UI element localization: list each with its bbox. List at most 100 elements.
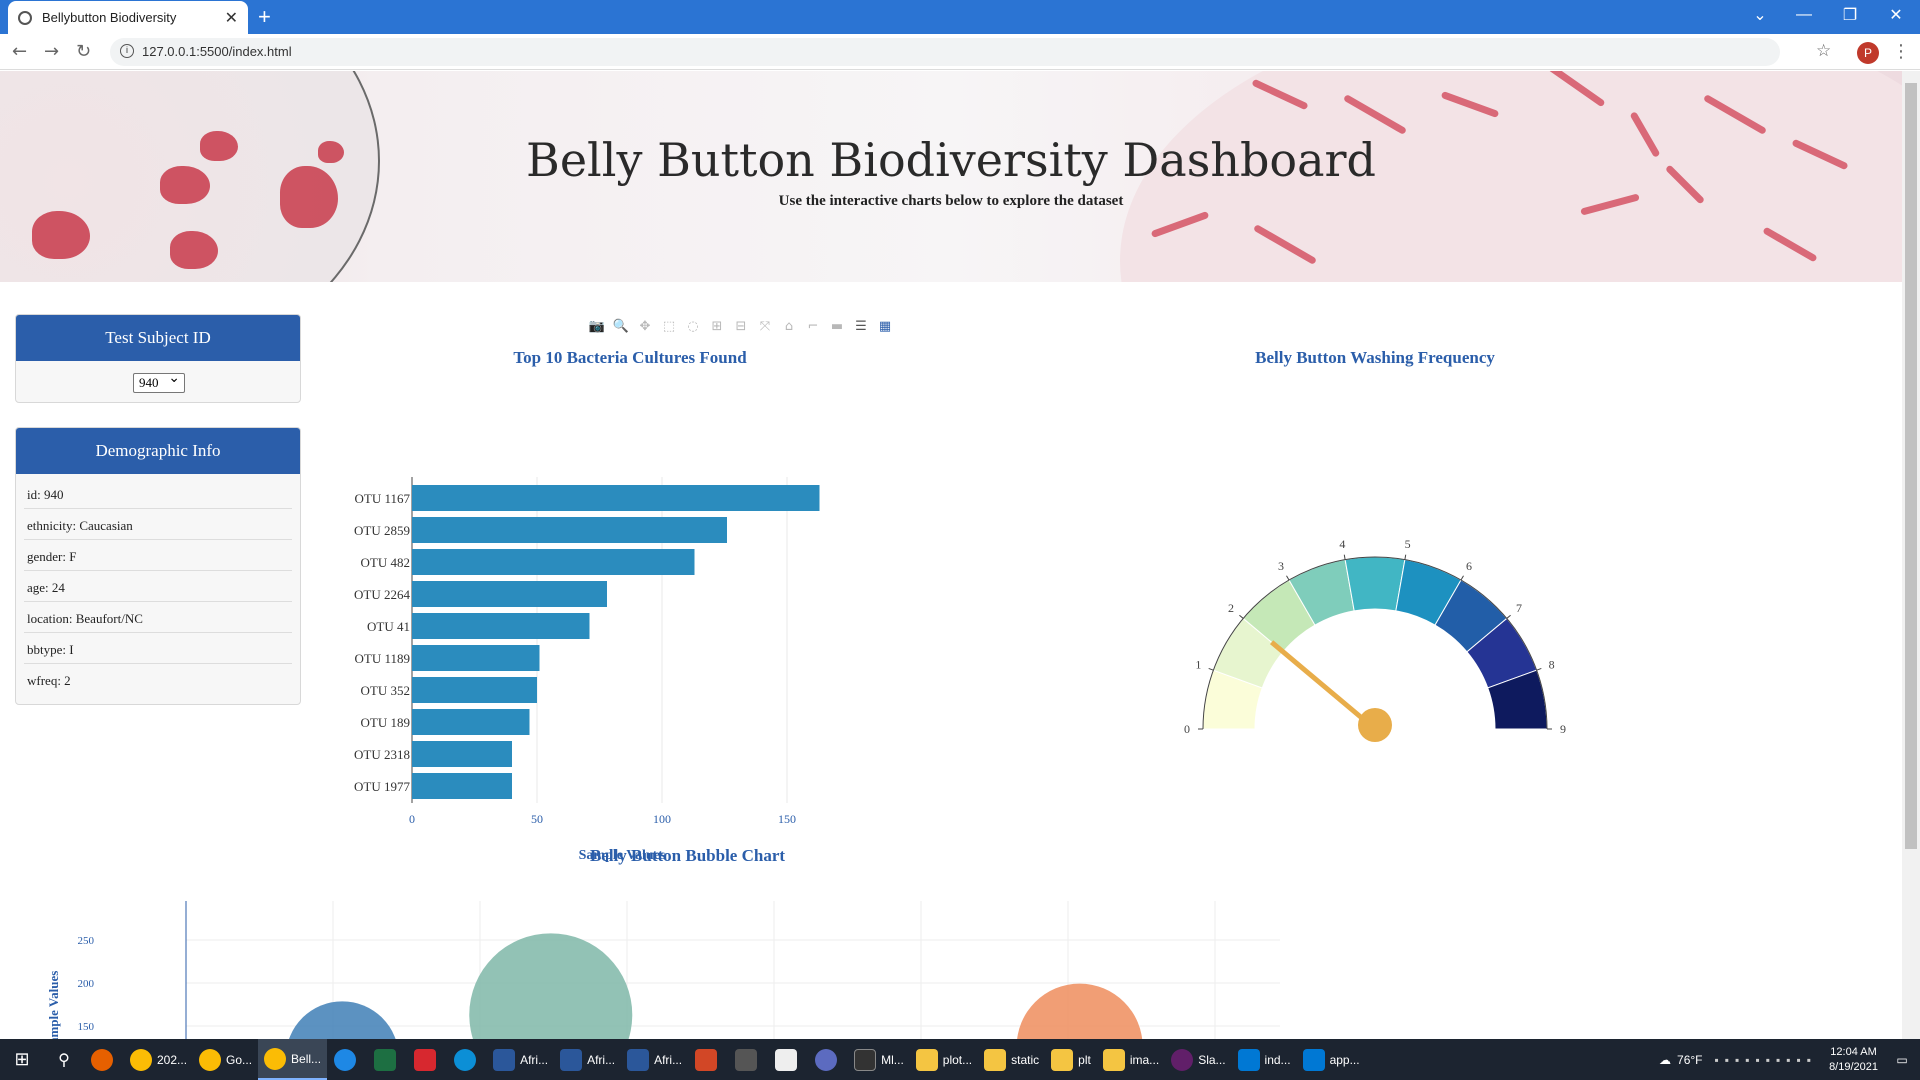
demographic-header: Demographic Info [16, 428, 300, 474]
taskbar-terminal[interactable]: Ml... [848, 1039, 910, 1080]
plotly-logo-icon[interactable]: ▦ [873, 319, 897, 335]
taskbar-folder-4[interactable]: ima... [1097, 1039, 1165, 1080]
y-tick-label: OTU 1167 [355, 491, 411, 506]
hover-closest-icon[interactable]: ▬ [825, 319, 849, 335]
taskbar-chrome-active[interactable]: Bell... [258, 1039, 328, 1080]
taskbar-slack[interactable]: Sla... [1165, 1039, 1231, 1080]
taskbar-label: Sla... [1198, 1052, 1226, 1067]
pan-icon[interactable]: ✥ [633, 319, 657, 335]
tab-title: Bellybutton Biodiversity [42, 10, 177, 25]
spike-icon[interactable]: ⌐ [801, 319, 825, 335]
reload-icon[interactable]: ↻ [76, 41, 91, 62]
gauge-tick-label: 9 [1560, 722, 1566, 736]
autoscale-icon[interactable]: ⤧ [753, 319, 777, 335]
camera-icon[interactable]: 📷 [585, 319, 609, 335]
url-text: 127.0.0.1:5500/index.html [142, 44, 292, 59]
gauge-needle-hub [1358, 708, 1392, 742]
bar [412, 741, 512, 767]
bookmark-star-icon[interactable]: ☆ [1816, 41, 1831, 61]
gauge-tick-label: 8 [1549, 658, 1555, 672]
minimize-button[interactable]: — [1782, 0, 1826, 30]
notification-icon[interactable]: ▭ [1884, 1039, 1920, 1080]
bar-chart[interactable]: 0 50 100 150 OTU 1167 OTU 2859 OTU 482 OTU 2264… [330, 401, 850, 871]
cloud-icon: ☁ [1659, 1052, 1672, 1067]
lasso-icon[interactable]: ◌ [681, 319, 705, 335]
bubble [289, 1001, 396, 1039]
x-tick-label: 100 [653, 812, 671, 826]
gauge-tick [1536, 667, 1542, 671]
clock[interactable]: 12:04 AM 8/19/2021 [1823, 1039, 1884, 1080]
restore-button[interactable]: ❐ [1828, 0, 1872, 30]
ie-icon[interactable] [327, 1039, 367, 1080]
hover-compare-icon[interactable]: ☰ [849, 319, 873, 335]
scrollbar-thumb[interactable] [1905, 83, 1917, 849]
profile-avatar[interactable]: P [1857, 42, 1879, 64]
demo-row-ethnicity: ethnicity: Caucasian [24, 509, 292, 540]
home-icon[interactable]: ⌂ [777, 319, 801, 335]
store-icon[interactable] [768, 1039, 808, 1080]
box-select-icon[interactable]: ⬚ [657, 319, 681, 335]
acrobat-icon[interactable] [407, 1039, 447, 1080]
y-tick-label: OTU 1977 [354, 779, 410, 794]
page-scrollbar[interactable] [1902, 71, 1920, 1039]
bar [412, 485, 820, 511]
bubble [1017, 983, 1143, 1039]
taskbar-folder-2[interactable]: static [978, 1039, 1045, 1080]
excel-icon[interactable] [367, 1039, 407, 1080]
y-tick-label: OTU 2264 [354, 587, 410, 602]
taskbar-word-2[interactable]: Afri... [554, 1039, 621, 1080]
y-tick-label: OTU 482 [361, 555, 410, 570]
taskbar-folder-1[interactable]: plot... [910, 1039, 978, 1080]
gauge-tick [1208, 667, 1214, 671]
weather-widget[interactable]: ☁ 76°F [1653, 1039, 1708, 1080]
gauge-tick-label: 2 [1228, 601, 1234, 615]
system-tray-icons[interactable]: ▪▪▪▪▪▪▪▪▪▪ [1709, 1039, 1824, 1080]
plotly-modebar: 📷 🔍 ✥ ⬚ ◌ ⊞ ⊟ ⤧ ⌂ ⌐ ▬ ☰ ▦ [585, 319, 897, 335]
y-axis-title: Sample Values [46, 971, 61, 1039]
url-field[interactable]: i 127.0.0.1:5500/index.html [110, 38, 1780, 66]
site-info-icon[interactable]: i [120, 44, 134, 58]
y-tick-label: OTU 2859 [354, 523, 410, 538]
taskbar-chrome-2[interactable]: Go... [193, 1039, 258, 1080]
gauge-chart[interactable]: 0 1 2 3 4 5 6 7 8 9 [1150, 451, 1600, 751]
new-tab-button[interactable]: + [258, 4, 271, 30]
demographic-panel: Demographic Info id: 940 ethnicity: Cauc… [15, 427, 301, 705]
browser-tab[interactable]: Bellybutton Biodiversity ✕ [8, 1, 248, 34]
taskbar-word-3[interactable]: Afri... [621, 1039, 688, 1080]
app-icon[interactable] [808, 1039, 848, 1080]
menu-dots-icon[interactable]: ⋮ [1892, 41, 1910, 62]
clock-time: 12:04 AM [1830, 1045, 1877, 1058]
zoom-icon[interactable]: 🔍 [609, 319, 633, 335]
jumbotron-banner: Belly Button Biodiversity Dashboard Use … [0, 71, 1902, 282]
taskbar-vscode-2[interactable]: app... [1297, 1039, 1366, 1080]
firefox-icon[interactable] [84, 1039, 124, 1080]
bubble-chart-title: Belly Button Bubble Chart [589, 846, 786, 865]
edge-icon[interactable] [447, 1039, 487, 1080]
subject-id-header: Test Subject ID [16, 315, 300, 361]
gauge-tick [1460, 575, 1464, 581]
taskbar-label: ima... [1129, 1052, 1160, 1067]
start-button[interactable]: ⊞ [0, 1039, 44, 1080]
demo-row-bbtype: bbtype: I [24, 633, 292, 664]
zoom-in-icon[interactable]: ⊞ [705, 319, 729, 335]
close-window-button[interactable]: ✕ [1874, 0, 1918, 30]
bar [412, 613, 590, 639]
bar [412, 645, 540, 671]
taskbar-label: Ml... [881, 1052, 904, 1067]
taskbar-vscode-1[interactable]: ind... [1232, 1039, 1297, 1080]
taskbar-word-1[interactable]: Afri... [487, 1039, 554, 1080]
back-icon[interactable]: ← [12, 41, 27, 62]
taskbar-folder-3[interactable]: plt [1045, 1039, 1097, 1080]
forward-icon[interactable]: → [44, 41, 59, 62]
calculator-icon[interactable] [728, 1039, 768, 1080]
zoom-out-icon[interactable]: ⊟ [729, 319, 753, 335]
taskbar-chrome-1[interactable]: 202... [124, 1039, 193, 1080]
powerpoint-icon[interactable] [688, 1039, 728, 1080]
bubble-chart[interactable]: 150 200 250 Sample Values [30, 901, 1290, 1039]
subject-id-select[interactable]: 940 [133, 370, 185, 393]
y-tick-label: OTU 41 [367, 619, 410, 634]
tab-search-icon[interactable]: ⌄ [1738, 0, 1782, 30]
search-icon[interactable]: ⚲ [44, 1039, 84, 1080]
x-tick-label: 150 [778, 812, 796, 826]
close-tab-icon[interactable]: ✕ [225, 8, 238, 28]
